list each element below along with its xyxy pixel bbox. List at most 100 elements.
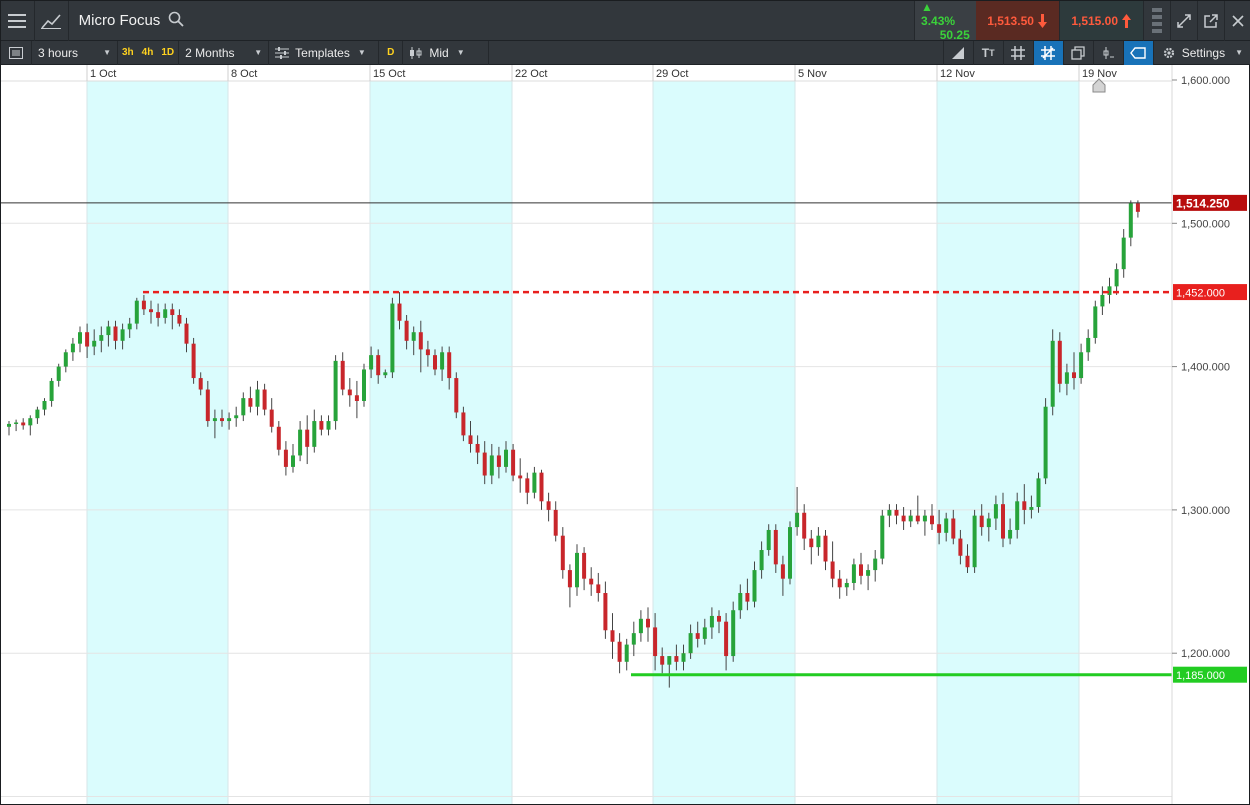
candle-up bbox=[212, 418, 217, 422]
buy-button[interactable]: 1,515.00 bbox=[1059, 1, 1143, 40]
candle-down bbox=[205, 389, 210, 422]
indicator-icon[interactable] bbox=[1092, 40, 1123, 65]
candle-down bbox=[1135, 203, 1140, 212]
candle-down bbox=[525, 478, 530, 493]
candle-up bbox=[411, 332, 416, 341]
candle-up bbox=[873, 558, 878, 571]
settings-button[interactable]: Settings ▼ bbox=[1152, 40, 1250, 65]
candle-up bbox=[844, 582, 849, 588]
candle-up bbox=[688, 633, 693, 654]
range-select[interactable]: 2 Months bbox=[179, 40, 270, 65]
arrow-up-icon bbox=[1122, 13, 1132, 28]
expand-icon[interactable] bbox=[1169, 1, 1197, 41]
candle-down bbox=[496, 455, 501, 467]
candle-down bbox=[149, 309, 153, 313]
settings-label: Settings bbox=[1181, 45, 1226, 60]
candle-up bbox=[390, 303, 395, 373]
week-band bbox=[370, 81, 512, 804]
sell-button[interactable]: 1,513.50 bbox=[975, 1, 1060, 40]
list-icon[interactable] bbox=[1, 40, 32, 65]
candle-down bbox=[220, 418, 224, 422]
candle-down bbox=[773, 529, 778, 565]
candle-up bbox=[922, 515, 927, 522]
candle-up bbox=[851, 564, 856, 583]
sliders-icon bbox=[275, 46, 290, 59]
candle-down bbox=[915, 515, 920, 522]
candle-down bbox=[830, 561, 835, 579]
candle-up bbox=[106, 326, 111, 336]
candle-down bbox=[283, 449, 288, 467]
candle-up bbox=[731, 610, 736, 657]
title-bar: Micro Focus ▲ 3.43% 50.25 1,513.50 1,515… bbox=[1, 0, 1250, 42]
interval-4h-button[interactable]: 4h bbox=[138, 41, 158, 65]
x-tick-label: 1 Oct bbox=[90, 68, 116, 80]
candle-up bbox=[78, 332, 82, 344]
week-band bbox=[937, 81, 1079, 804]
candle-up bbox=[788, 527, 792, 579]
candlestick-chart[interactable]: 1 Oct 8 Oct 15 Oct 22 Oct 29 Oct 5 Nov 12 Nov 1… bbox=[1, 65, 1249, 804]
search-icon[interactable] bbox=[168, 11, 184, 31]
depth-ladder-icon[interactable] bbox=[1142, 1, 1170, 41]
crosshair-grid-icon[interactable] bbox=[1032, 40, 1063, 65]
y-tick-label: 1,200.000 bbox=[1181, 648, 1230, 660]
grid-icon[interactable] bbox=[1002, 40, 1033, 65]
candle-up bbox=[575, 552, 579, 588]
candle-down bbox=[653, 627, 658, 657]
candle-down bbox=[809, 538, 814, 548]
sell-price: 1,513.50 bbox=[987, 13, 1034, 28]
candle-up bbox=[1008, 529, 1013, 539]
candle-down bbox=[717, 615, 721, 622]
candle-down bbox=[170, 309, 175, 316]
templates-select[interactable]: Templates bbox=[269, 40, 380, 65]
candle-up bbox=[887, 509, 892, 516]
candle-down bbox=[603, 593, 608, 631]
candle-up bbox=[227, 418, 232, 422]
d-button[interactable]: D bbox=[379, 40, 404, 65]
interval-3h-button[interactable]: 3h bbox=[118, 41, 138, 65]
candle-up bbox=[1100, 294, 1105, 307]
line-chart-icon[interactable] bbox=[35, 1, 69, 41]
hamburger-icon[interactable] bbox=[1, 1, 35, 41]
text-tool-icon[interactable]: TT bbox=[972, 40, 1003, 65]
popout-icon[interactable] bbox=[1196, 1, 1224, 41]
candle-up bbox=[866, 570, 871, 576]
arrow-down-icon bbox=[1037, 13, 1047, 28]
x-tick-label: 8 Oct bbox=[231, 68, 257, 80]
current-price-tag: 1,514.250 bbox=[1176, 196, 1230, 210]
candle-down bbox=[837, 578, 842, 588]
candle-down bbox=[340, 360, 345, 390]
candle-down bbox=[397, 303, 402, 321]
interval-select[interactable]: 3 hours bbox=[32, 40, 118, 65]
candle-up bbox=[1043, 406, 1048, 479]
support-price-tag: 1,185.000 bbox=[1176, 670, 1225, 682]
candle-down bbox=[447, 352, 452, 379]
candle-up bbox=[738, 593, 743, 611]
close-icon[interactable] bbox=[1223, 1, 1250, 41]
interval-1d-button[interactable]: 1D bbox=[157, 40, 180, 65]
candle-up bbox=[326, 421, 331, 430]
candle-down bbox=[660, 656, 665, 665]
y-tick-label: 1,300.000 bbox=[1181, 505, 1230, 517]
candle-down bbox=[191, 343, 196, 379]
price-tag-icon[interactable] bbox=[1122, 40, 1153, 65]
candle-down bbox=[823, 535, 828, 562]
chart-toolbar: 3 hours 3h 4h 1D 2 Months Templates D Mi… bbox=[1, 40, 1250, 65]
y-tick-label: 1,400.000 bbox=[1181, 362, 1230, 374]
candlestick-icon bbox=[410, 46, 422, 59]
candle-up bbox=[709, 615, 714, 628]
candle-down bbox=[454, 378, 459, 413]
candle-up bbox=[369, 355, 374, 370]
instrument-name[interactable]: Micro Focus bbox=[79, 12, 161, 29]
candle-up bbox=[631, 633, 636, 645]
x-axis-strip bbox=[1, 65, 1249, 81]
candle-up bbox=[1064, 372, 1069, 384]
candle-down bbox=[617, 641, 622, 662]
candle-down bbox=[958, 538, 963, 556]
candle-up bbox=[92, 340, 97, 347]
draw-line-icon[interactable] bbox=[942, 40, 973, 65]
candle-up bbox=[14, 422, 19, 424]
price-type-select[interactable]: Mid bbox=[403, 40, 490, 65]
y-tick-label: 1,500.000 bbox=[1181, 218, 1230, 230]
layers-icon[interactable] bbox=[1062, 40, 1093, 65]
chart-area[interactable]: 1 Oct 8 Oct 15 Oct 22 Oct 29 Oct 5 Nov 12 Nov 1… bbox=[1, 65, 1249, 804]
